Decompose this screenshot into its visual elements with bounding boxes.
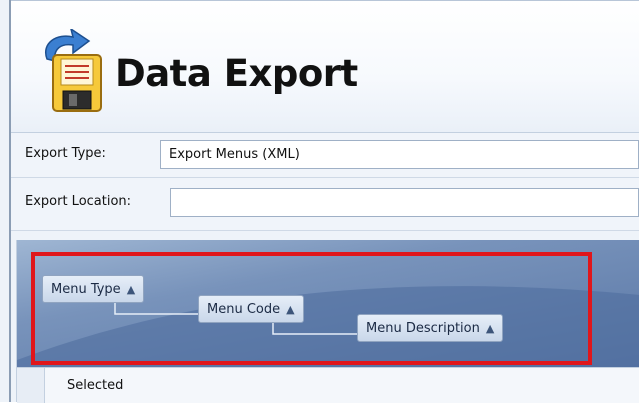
export-location-row: Export Location:: [11, 178, 639, 231]
group-by-menu-type-label: Menu Type: [51, 282, 121, 297]
export-type-field[interactable]: Export Menus (XML): [160, 140, 639, 169]
group-by-panel[interactable]: Menu Type ▲ Menu Code ▲ Menu Description ▲: [17, 240, 639, 367]
grid-column-header-row: Selected: [17, 367, 639, 403]
export-disk-icon: [33, 27, 107, 117]
data-export-window: Data Export Export Type: Export Menus (X…: [0, 0, 639, 403]
export-type-label: Export Type:: [25, 146, 106, 161]
group-by-menu-description-label: Menu Description: [366, 321, 480, 336]
column-header-selected[interactable]: Selected: [67, 378, 123, 393]
group-by-menu-description-button[interactable]: Menu Description ▲: [357, 314, 504, 342]
sort-ascending-icon: ▲: [286, 303, 295, 316]
sort-ascending-icon: ▲: [126, 283, 136, 296]
group-by-menu-code-label: Menu Code: [207, 302, 281, 317]
sort-ascending-icon: ▲: [485, 322, 495, 335]
export-type-row: Export Type: Export Menus (XML): [11, 133, 639, 178]
export-location-field[interactable]: [170, 188, 639, 217]
group-by-menu-code-button[interactable]: Menu Code ▲: [198, 295, 304, 323]
page-header: Data Export: [11, 1, 639, 133]
page-title: Data Export: [115, 52, 358, 95]
group-by-menu-type-button[interactable]: Menu Type ▲: [42, 275, 145, 303]
export-location-label: Export Location:: [25, 194, 132, 209]
row-indicator-cell: [17, 368, 45, 403]
menu-grid: Menu Type ▲ Menu Code ▲ Menu Description ▲ …: [16, 240, 639, 403]
